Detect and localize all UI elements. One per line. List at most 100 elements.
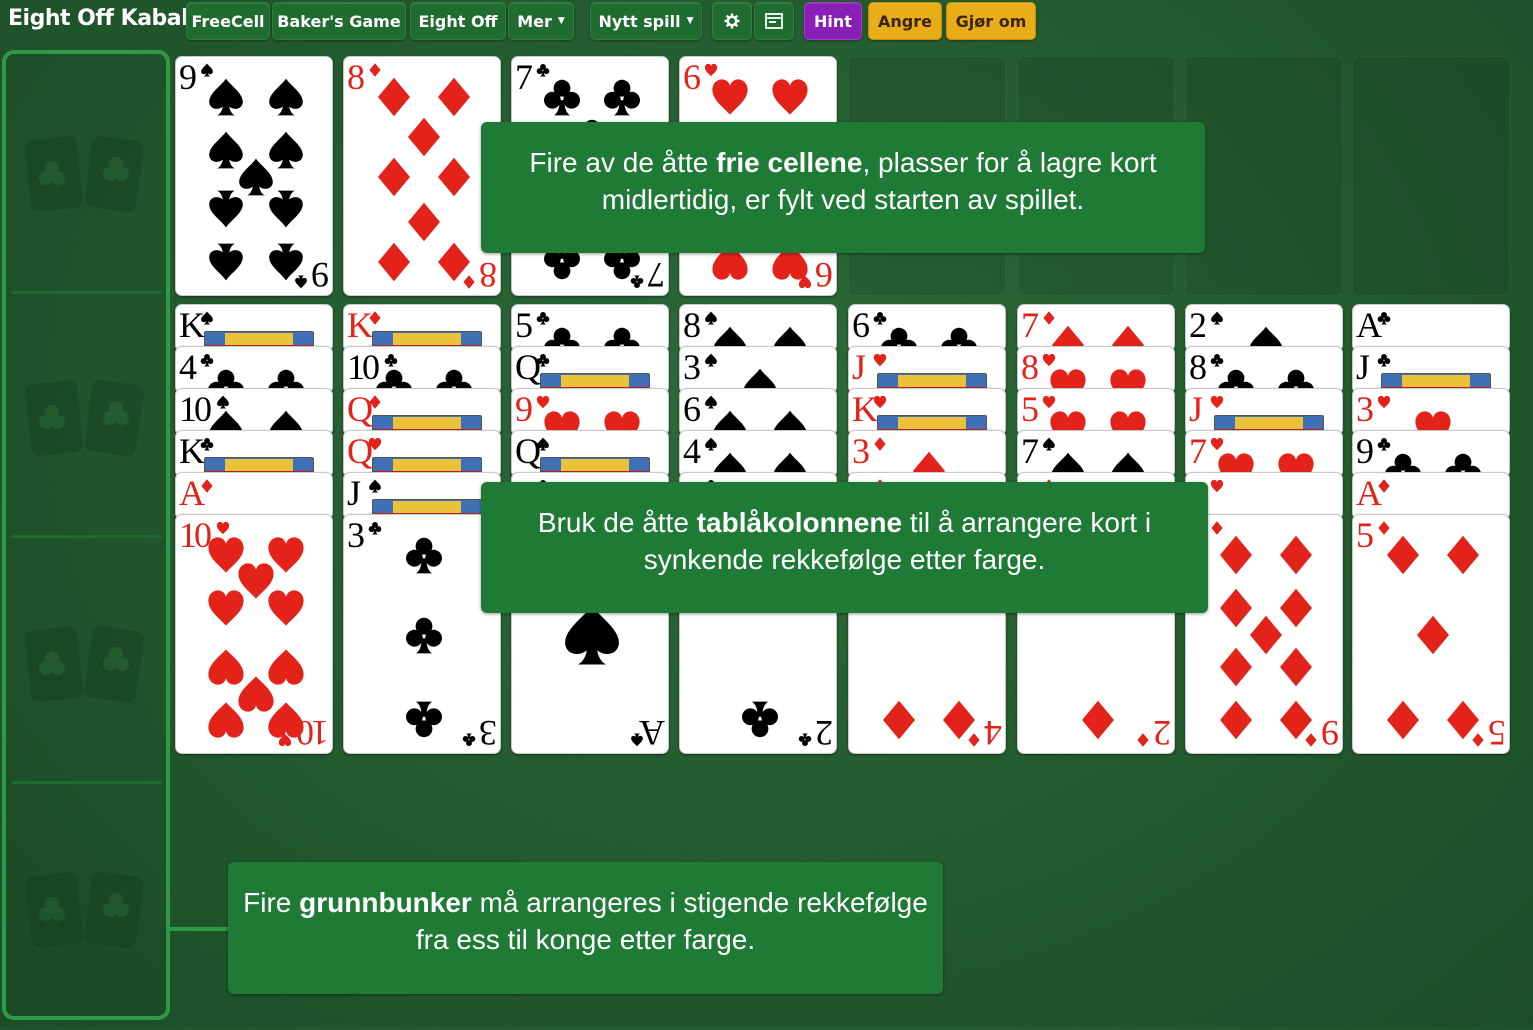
foundation-pile[interactable]	[12, 548, 162, 784]
card-rank-bottom: 3	[482, 713, 497, 753]
card-rank-bottom: A	[642, 713, 665, 753]
variant-eight-off-button[interactable]: Eight Off	[410, 2, 506, 40]
playing-card[interactable]: Q	[343, 430, 501, 478]
spade-icon	[705, 311, 717, 325]
playing-card[interactable]: J	[343, 472, 501, 520]
playing-card[interactable]: 5	[511, 304, 669, 352]
playing-card[interactable]: 3	[679, 346, 837, 394]
card-rank-bottom: 8	[482, 255, 497, 295]
playing-card[interactable]: A	[175, 472, 333, 520]
free-cells-callout: Fire av de åtte frie cellene, plasser fo…	[481, 122, 1205, 253]
playing-card[interactable]: K	[175, 430, 333, 478]
playing-card[interactable]: J	[1352, 346, 1510, 394]
heart-icon	[1210, 395, 1224, 409]
spade-pip-icon	[209, 243, 243, 281]
playing-card[interactable]: Q	[343, 388, 501, 436]
playing-card[interactable]: 33	[343, 514, 501, 754]
playing-card[interactable]: 2	[1185, 304, 1343, 352]
card-rank: 10	[179, 389, 212, 429]
variant-freecell-button[interactable]: FreeCell	[186, 2, 270, 40]
playing-card[interactable]: K	[848, 388, 1006, 436]
layout-button[interactable]	[754, 2, 794, 40]
heart-pip-icon	[772, 79, 808, 115]
club-icon	[1210, 353, 1224, 367]
diamond-icon	[968, 733, 980, 747]
card-rank: 3	[347, 515, 365, 555]
window-icon	[765, 13, 783, 29]
heart-pip-icon	[268, 590, 304, 626]
club-icon	[1377, 353, 1391, 367]
foundation-pile[interactable]	[12, 302, 162, 538]
spade-icon	[1043, 437, 1055, 451]
playing-card[interactable]: A	[1352, 472, 1510, 520]
playing-card[interactable]: 99	[175, 56, 333, 296]
foundation-pile[interactable]	[12, 58, 162, 294]
playing-card[interactable]: Q	[511, 430, 669, 478]
playing-card[interactable]: 7	[1017, 304, 1175, 352]
heart-icon	[1042, 395, 1056, 409]
settings-button[interactable]	[712, 2, 752, 40]
playing-card[interactable]: K	[175, 304, 333, 352]
undo-button[interactable]: Angre	[868, 2, 942, 40]
diamond-pip-icon	[1220, 535, 1252, 575]
diamond-icon	[1472, 733, 1484, 747]
heart-icon	[873, 395, 887, 409]
playing-card[interactable]: 10 10	[175, 514, 333, 754]
diamond-pip-icon	[438, 157, 470, 197]
playing-card[interactable]: 7	[1185, 430, 1343, 478]
card-rank-bottom: 5	[1491, 713, 1506, 753]
playing-card[interactable]: Q	[511, 346, 669, 394]
heart-icon	[278, 733, 292, 747]
diamond-pip-icon	[1280, 647, 1312, 687]
diamond-pip-icon	[378, 77, 410, 117]
playing-card[interactable]: 10	[175, 388, 333, 436]
playing-card[interactable]: 10	[343, 346, 501, 394]
caret-down-icon: ▼	[557, 16, 565, 26]
playing-card[interactable]: 88	[343, 56, 501, 296]
playing-card[interactable]: 8	[679, 304, 837, 352]
playing-card[interactable]: 9	[1352, 430, 1510, 478]
playing-card[interactable]: 99	[1185, 514, 1343, 754]
gear-icon	[724, 13, 740, 29]
playing-card[interactable]: K	[343, 304, 501, 352]
playing-card[interactable]: 3	[1352, 388, 1510, 436]
playing-card[interactable]: 9	[511, 388, 669, 436]
card-rank: 9	[515, 389, 533, 429]
playing-card[interactable]: J	[848, 346, 1006, 394]
playing-card[interactable]: 6	[679, 388, 837, 436]
playing-card[interactable]: 6	[848, 304, 1006, 352]
playing-card[interactable]: 7	[1017, 430, 1175, 478]
heart-icon	[1210, 437, 1224, 451]
diamond-icon	[1043, 311, 1055, 325]
more-menu-button[interactable]: Mer ▼	[508, 2, 574, 40]
playing-card[interactable]: 55	[1352, 514, 1510, 754]
app-title: Eight Off Kabal	[8, 6, 189, 31]
spade-icon	[631, 733, 643, 747]
playing-card[interactable]	[1185, 472, 1343, 520]
club-pip-icon	[406, 617, 442, 654]
playing-card[interactable]: 3	[848, 430, 1006, 478]
foundation-pile[interactable]	[12, 794, 162, 1030]
free-cell-slot[interactable]	[1352, 56, 1510, 296]
callout-bold-text: frie cellene	[716, 147, 863, 178]
playing-card[interactable]: J	[1185, 388, 1343, 436]
variant-bakers-game-button[interactable]: Baker's Game	[272, 2, 406, 40]
hint-button[interactable]: Hint	[804, 2, 862, 40]
playing-card[interactable]: 8	[1017, 346, 1175, 394]
card-rank: A	[1356, 473, 1382, 513]
card-placeholder-icon	[25, 379, 144, 457]
playing-card[interactable]: 4	[679, 430, 837, 478]
playing-card[interactable]: 5	[1017, 388, 1175, 436]
card-rank: 9	[1356, 431, 1374, 471]
playing-card[interactable]: A	[1352, 304, 1510, 352]
card-rank: 7	[1021, 431, 1039, 471]
redo-button[interactable]: Gjør om	[946, 2, 1036, 40]
playing-card[interactable]: 8	[1185, 346, 1343, 394]
card-rank-bottom: 7	[650, 255, 665, 295]
card-rank: J	[1356, 347, 1370, 387]
free-cell-slot[interactable]	[1185, 56, 1343, 296]
new-game-button[interactable]: Nytt spill ▼	[590, 2, 702, 40]
card-rank: Q	[515, 347, 541, 387]
heart-icon	[1210, 479, 1224, 493]
playing-card[interactable]: 4	[175, 346, 333, 394]
